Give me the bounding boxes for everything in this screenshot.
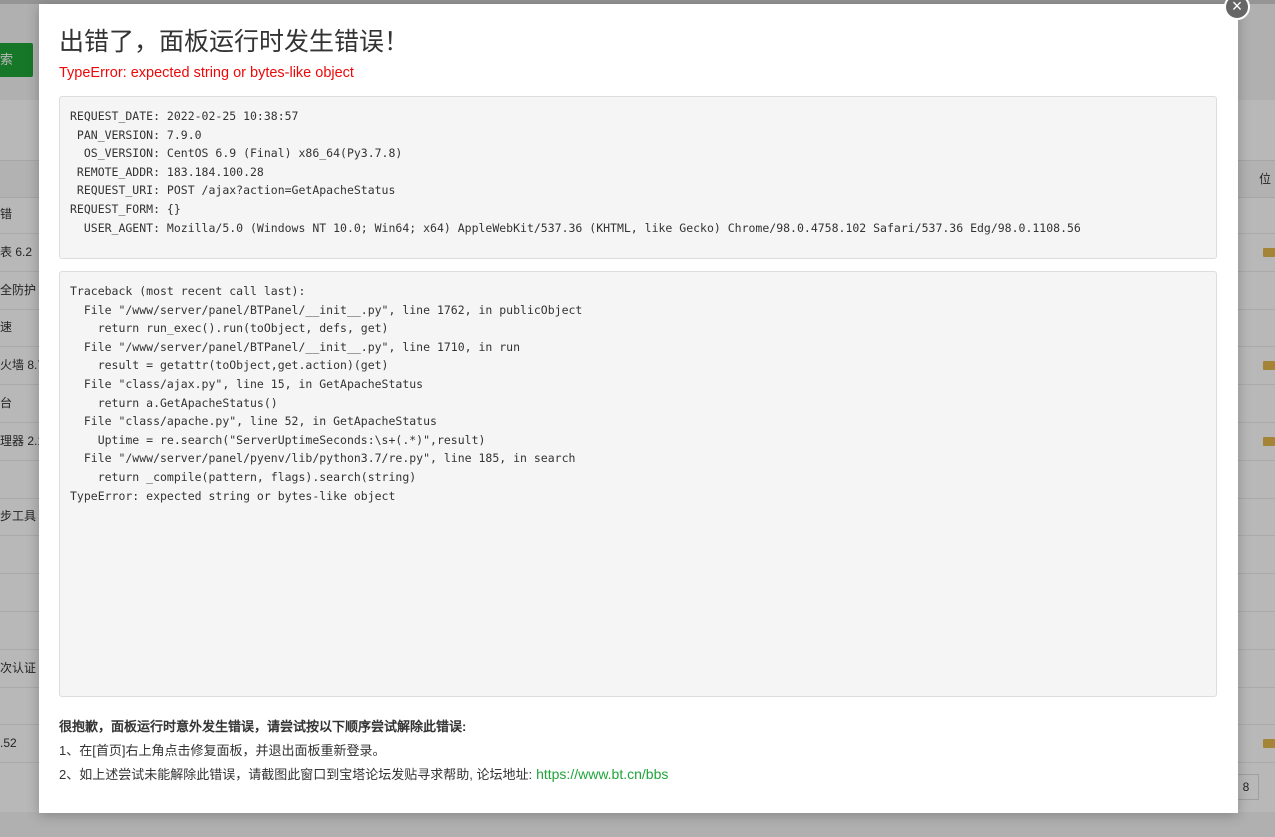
request-info-box: REQUEST_DATE: 2022-02-25 10:38:57 PAN_VE… [59,96,1217,259]
forum-link[interactable]: https://www.bt.cn/bbs [536,766,668,782]
traceback-line: TypeError: expected string or bytes-like… [70,488,396,503]
footer-step-1: 1、在[首页]右上角点击修复面板，并退出面板重新登录。 [59,743,386,758]
request-info-line: REQUEST_FORM: {} [70,201,181,216]
traceback-line: return run_exec().run(toObject, defs, ge… [70,321,389,336]
request-info-line: PAN_VERSION: 7.9.0 [70,127,202,142]
request-info-line: USER_AGENT: Mozilla/5.0 (Windows NT 10.0… [70,220,1081,235]
traceback-line: File "class/apache.py", line 52, in GetA… [70,414,437,429]
traceback-line: Traceback (most recent call last): [70,284,306,298]
request-info-line: OS_VERSION: CentOS 6.9 (Final) x86_64(Py… [70,146,403,161]
request-info-line: REQUEST_DATE: 2022-02-25 10:38:57 [70,109,299,123]
traceback-line: File "/www/server/panel/pyenv/lib/python… [70,451,576,466]
error-type: TypeError: expected string or bytes-like… [59,65,354,81]
footer-heading: 很抱歉，面板运行时意外发生错误，请尝试按以下顺序尝试解除此错误: [59,719,467,734]
request-info-line: REQUEST_URI: POST /ajax?action=GetApache… [70,183,396,198]
traceback-box: Traceback (most recent call last): File … [59,271,1217,697]
traceback-line: Uptime = re.search("ServerUptimeSeconds:… [70,432,486,447]
traceback-line: return a.GetApacheStatus() [70,395,278,410]
footer-step-2-text: 2、如上述尝试未能解除此错误，请截图此窗口到宝塔论坛发贴寻求帮助, 论坛地址: [59,767,533,782]
traceback-line: File "class/ajax.py", line 15, in GetApa… [70,376,424,391]
dialog-title: 出错了，面板运行时发生错误！ [59,28,410,56]
footer-step-2: 2、如上述尝试未能解除此错误，请截图此窗口到宝塔论坛发贴寻求帮助, 论坛地址: h… [59,764,668,783]
traceback-line: File "/www/server/panel/BTPanel/__init__… [70,339,521,354]
traceback-line: result = getattr(toObject,get.action)(ge… [70,358,389,373]
error-dialog: 出错了，面板运行时发生错误！ TypeError: expected strin… [39,4,1238,813]
traceback-line: File "/www/server/panel/BTPanel/__init__… [70,302,583,317]
request-info-line: REMOTE_ADDR: 183.184.100.28 [70,164,264,179]
traceback-line: return _compile(pattern, flags).search(s… [70,469,417,484]
